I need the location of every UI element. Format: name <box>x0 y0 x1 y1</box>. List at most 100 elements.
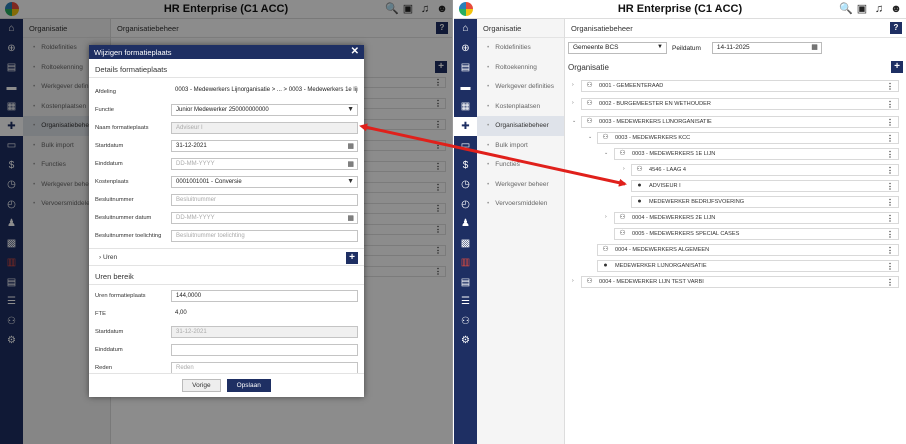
calendar-icon[interactable]: ▦ <box>454 97 477 117</box>
train-icon[interactable]: ▩ <box>0 234 23 254</box>
home-icon[interactable]: ⌂ <box>454 19 477 39</box>
folder-icon[interactable]: ▬ <box>0 78 23 98</box>
calendar-icon[interactable]: ▦ <box>347 160 354 168</box>
folder-icon[interactable]: ▬ <box>454 78 477 98</box>
medical-icon[interactable]: ✚ <box>0 116 23 136</box>
sidebar-item-active[interactable]: Organisatiebeheer <box>477 116 564 136</box>
sidebar-item[interactable]: Vervoersmiddelen <box>477 194 564 214</box>
functie-select[interactable]: Junior Medewerker 250000000000 ▼ <box>171 104 358 116</box>
tree-node[interactable]: ⚇ 4546 - LAAG 4 ⋮ <box>631 164 899 176</box>
document-icon[interactable]: ▭ <box>454 136 477 156</box>
uren-startdatum-input[interactable]: 31-12-2021 <box>171 326 358 338</box>
save-button[interactable]: Opslaan <box>226 379 271 392</box>
chevron-right-icon[interactable]: › <box>572 82 574 88</box>
toelichting-input[interactable]: Besluitnummer toelichting <box>171 230 358 242</box>
timer-icon[interactable]: ◴ <box>454 195 477 215</box>
naam-input[interactable]: Adviseur I <box>171 122 358 134</box>
add-button[interactable]: + <box>435 61 447 73</box>
more-icon[interactable]: ⋮ <box>886 82 894 91</box>
search-icon[interactable]: ⊕ <box>454 39 477 59</box>
more-icon[interactable]: ⋮ <box>886 134 894 143</box>
tree-node[interactable]: ⚇ 0003 - MEDEWERKERS LIJNORGANISATIE ⋮ <box>581 116 899 128</box>
tree-node[interactable]: ● MEDEWERKER LIJNORGANISATIE ⋮ <box>597 260 899 272</box>
money-icon[interactable]: $ <box>0 156 23 176</box>
tree-node[interactable]: ● MEDEWERKER BEDRIJFSVOERING ⋮ <box>631 196 899 208</box>
medical-icon[interactable]: ✚ <box>454 116 477 136</box>
gemeente-select[interactable]: Gemeente BCS ▼ <box>568 42 667 54</box>
clock-money-icon[interactable]: ◷ <box>0 175 23 195</box>
sidebar-item[interactable]: Kostenplaatsen <box>477 97 564 117</box>
train-icon[interactable]: ▩ <box>454 234 477 254</box>
add-uren-button[interactable]: + <box>346 252 358 264</box>
list-icon[interactable]: ☰ <box>0 292 23 312</box>
users-settings-icon[interactable]: ⚇ <box>454 312 477 332</box>
more-icon[interactable]: ⋮ <box>886 166 894 175</box>
list-icon[interactable]: ☰ <box>454 292 477 312</box>
tree-node[interactable]: ⚇ 0002 - BURGEMEESTER EN WETHOUDER ⋮ <box>581 98 899 110</box>
money-icon[interactable]: $ <box>454 156 477 176</box>
calendar-icon[interactable]: ▦ <box>0 97 23 117</box>
uren-collapse-row[interactable]: › Uren + <box>89 248 364 266</box>
more-icon[interactable]: ⋮ <box>886 150 894 159</box>
tree-node[interactable]: ⚇ 0001 - GEMEENTERAAD ⋮ <box>581 80 899 92</box>
more-icon[interactable]: ⋮ <box>886 230 894 239</box>
tree-node[interactable]: ● ADVISEUR I ⋮ <box>631 180 899 192</box>
sidebar-item[interactable]: Functies <box>477 155 564 175</box>
help-button[interactable]: ? <box>436 22 448 34</box>
org-icon[interactable]: ▤ <box>454 58 477 78</box>
chevron-right-icon[interactable]: › <box>605 214 607 220</box>
bank-icon[interactable]: ▥ <box>0 253 23 273</box>
calendar-icon[interactable]: ▦ <box>347 214 354 222</box>
sidebar-item[interactable]: Werkgever definities <box>477 77 564 97</box>
tree-node[interactable]: ⚇ 0004 - MEDEWERKERS 2E LIJN ⋮ <box>614 212 899 224</box>
add-org-button[interactable]: + <box>891 61 903 73</box>
report-icon[interactable]: ▤ <box>454 273 477 293</box>
more-icon[interactable]: ⋮ <box>886 214 894 223</box>
uren-input[interactable]: 144,0000 <box>171 290 358 302</box>
more-icon[interactable]: ⋮ <box>886 182 894 191</box>
sidebar-item[interactable]: Roldefinities <box>477 38 564 58</box>
tree-node[interactable]: ⚇ 0004 - MEDEWERKER LIJN TEST VARBI ⋮ <box>581 276 899 288</box>
einddatum-input[interactable]: DD-MM-YYYY ▦ <box>171 158 358 170</box>
tree-node[interactable]: ⚇ 0004 - MEDEWERKERS ALGEMEEN ⋮ <box>597 244 899 256</box>
help-button[interactable]: ? <box>890 22 902 34</box>
gear-icon[interactable]: ⚙ <box>0 331 23 351</box>
more-icon[interactable]: ⋮ <box>886 246 894 255</box>
user-icon[interactable]: ☻ <box>436 3 448 15</box>
chevron-down-icon[interactable]: ⌄ <box>572 118 576 124</box>
uren-einddatum-input[interactable] <box>171 344 358 356</box>
close-icon[interactable]: ✕ <box>351 46 359 57</box>
chevron-down-icon[interactable]: ⌄ <box>604 150 608 156</box>
more-icon[interactable]: ⋮ <box>886 100 894 109</box>
tree-node[interactable]: ⚇ 0003 - MEDEWERKERS 1E LIJN ⋮ <box>614 148 899 160</box>
bell-icon[interactable]: ♫ <box>419 3 431 15</box>
chevron-right-icon[interactable]: › <box>623 166 625 172</box>
more-icon[interactable]: ⋮ <box>886 262 894 271</box>
besluitnummer-input[interactable]: Besluitnummer <box>171 194 358 206</box>
chevron-down-icon[interactable]: ⌄ <box>588 134 592 140</box>
person-icon[interactable]: ♟ <box>0 214 23 234</box>
person-icon[interactable]: ♟ <box>454 214 477 234</box>
tree-node[interactable]: ⚇ 0005 - MEDEWERKERS SPECIAL CASES ⋮ <box>614 228 899 240</box>
report-icon[interactable]: ▤ <box>0 273 23 293</box>
sidebar-item[interactable]: Bulk import <box>477 136 564 156</box>
org-icon[interactable]: ▤ <box>0 58 23 78</box>
chevron-right-icon[interactable]: › <box>572 100 574 106</box>
home-icon[interactable]: ⌂ <box>0 19 23 39</box>
more-icon[interactable]: ⋮ <box>886 198 894 207</box>
search-user-icon[interactable]: 🔍 <box>839 3 853 15</box>
users-settings-icon[interactable]: ⚇ <box>0 312 23 332</box>
calendar-icon[interactable]: ▦ <box>347 142 354 150</box>
sidebar-item[interactable]: Roltoekenning <box>477 58 564 78</box>
previous-button[interactable]: Vorige <box>182 379 221 392</box>
gear-icon[interactable]: ⚙ <box>454 331 477 351</box>
clock-money-icon[interactable]: ◷ <box>454 175 477 195</box>
bank-icon[interactable]: ▥ <box>454 253 477 273</box>
chevron-right-icon[interactable]: › <box>572 278 574 284</box>
bell-icon[interactable]: ♫ <box>873 3 885 15</box>
document-icon[interactable]: ▭ <box>0 136 23 156</box>
search-user-icon[interactable]: 🔍 <box>385 3 399 15</box>
photo-icon[interactable]: ▣ <box>402 3 414 15</box>
startdatum-input[interactable]: 31-12-2021 ▦ <box>171 140 358 152</box>
search-icon[interactable]: ⊕ <box>0 39 23 59</box>
